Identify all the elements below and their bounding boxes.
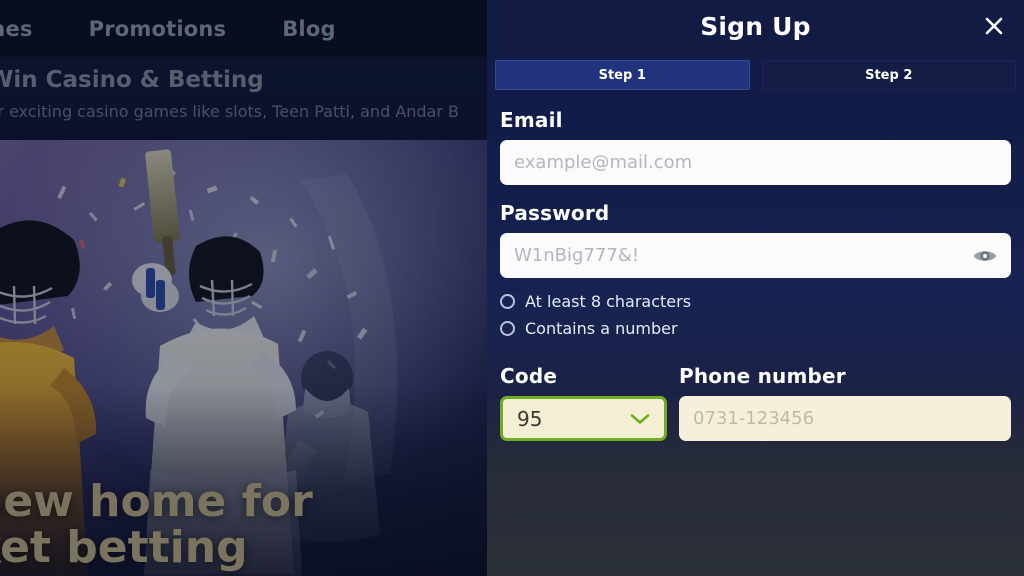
rule-label: At least 8 characters: [525, 292, 692, 311]
signup-modal: Sign Up Step 1 Step 2 Email Password: [487, 0, 1024, 576]
modal-title: Sign Up: [700, 11, 811, 41]
tab-step-2[interactable]: Step 2: [761, 60, 1016, 90]
site-navbar: ames Promotions Blog: [0, 0, 487, 57]
rule-radio-icon: [500, 294, 515, 309]
hero-headline-line2: ket betting: [0, 521, 248, 573]
signup-form: Email Password At least 8 characters: [487, 90, 1024, 441]
code-label: Code: [500, 364, 558, 388]
site-subheader: Win Casino & Betting for exciting casino…: [0, 57, 487, 140]
phone-label: Phone number: [679, 364, 846, 388]
nav-blog[interactable]: Blog: [282, 17, 335, 41]
password-field[interactable]: [500, 233, 1011, 278]
phone-row: Code 95 Phone number: [500, 364, 1011, 441]
nav-promotions[interactable]: Promotions: [89, 17, 227, 41]
page-subtitle: for exciting casino games like slots, Te…: [0, 102, 459, 121]
nav-games[interactable]: ames: [0, 17, 33, 41]
modal-header: Sign Up: [487, 0, 1024, 52]
hero-banner: new home for ket betting: [0, 140, 487, 576]
hero-headline: new home for ket betting: [0, 479, 313, 570]
rule-label: Contains a number: [525, 319, 678, 338]
hero-headline-line1: new home for: [0, 476, 313, 528]
country-code-select[interactable]: 95: [500, 396, 667, 441]
background-website: ames Promotions Blog Win Casino & Bettin…: [0, 0, 487, 576]
password-rule: Contains a number: [500, 319, 1011, 338]
page-title: Win Casino & Betting: [0, 67, 264, 93]
step-tabs: Step 1 Step 2: [487, 52, 1024, 90]
rule-radio-icon: [500, 321, 515, 336]
tab-step-1[interactable]: Step 1: [495, 60, 750, 90]
phone-column: Phone number: [679, 364, 1011, 441]
password-field-wrapper: [500, 233, 1011, 278]
close-icon[interactable]: [976, 8, 1012, 44]
email-field[interactable]: [500, 140, 1011, 185]
country-code-value: 95: [517, 406, 543, 431]
chevron-down-icon: [630, 413, 650, 424]
password-rule: At least 8 characters: [500, 292, 1011, 311]
email-label: Email: [500, 108, 563, 132]
code-column: Code 95: [500, 364, 667, 441]
phone-number-field[interactable]: [679, 396, 1011, 441]
screen: ames Promotions Blog Win Casino & Bettin…: [0, 0, 1024, 576]
password-rules: At least 8 characters Contains a number: [500, 292, 1011, 338]
eye-icon[interactable]: [971, 242, 999, 270]
password-label: Password: [500, 201, 610, 225]
